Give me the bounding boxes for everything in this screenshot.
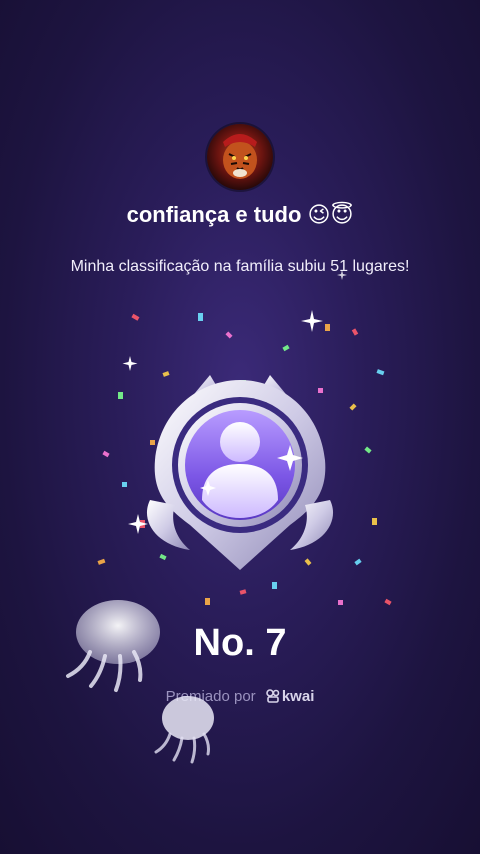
username: confiança e tudo 😉😇 (126, 202, 354, 227)
avatar[interactable] (207, 124, 273, 190)
jellyfish-sticker-small (154, 696, 214, 764)
rank-message: Minha classificação na família subiu 51 … (70, 258, 410, 275)
kwai-brand-label: kwai (281, 688, 315, 705)
family-rank-badge-icon (146, 375, 334, 570)
jellyfish-sticker (66, 600, 160, 692)
tiger-avatar-image (223, 134, 257, 179)
kwai-brand: kwai (266, 688, 315, 705)
family-rank-badge (130, 360, 350, 580)
kwai-logo-icon (266, 689, 280, 703)
